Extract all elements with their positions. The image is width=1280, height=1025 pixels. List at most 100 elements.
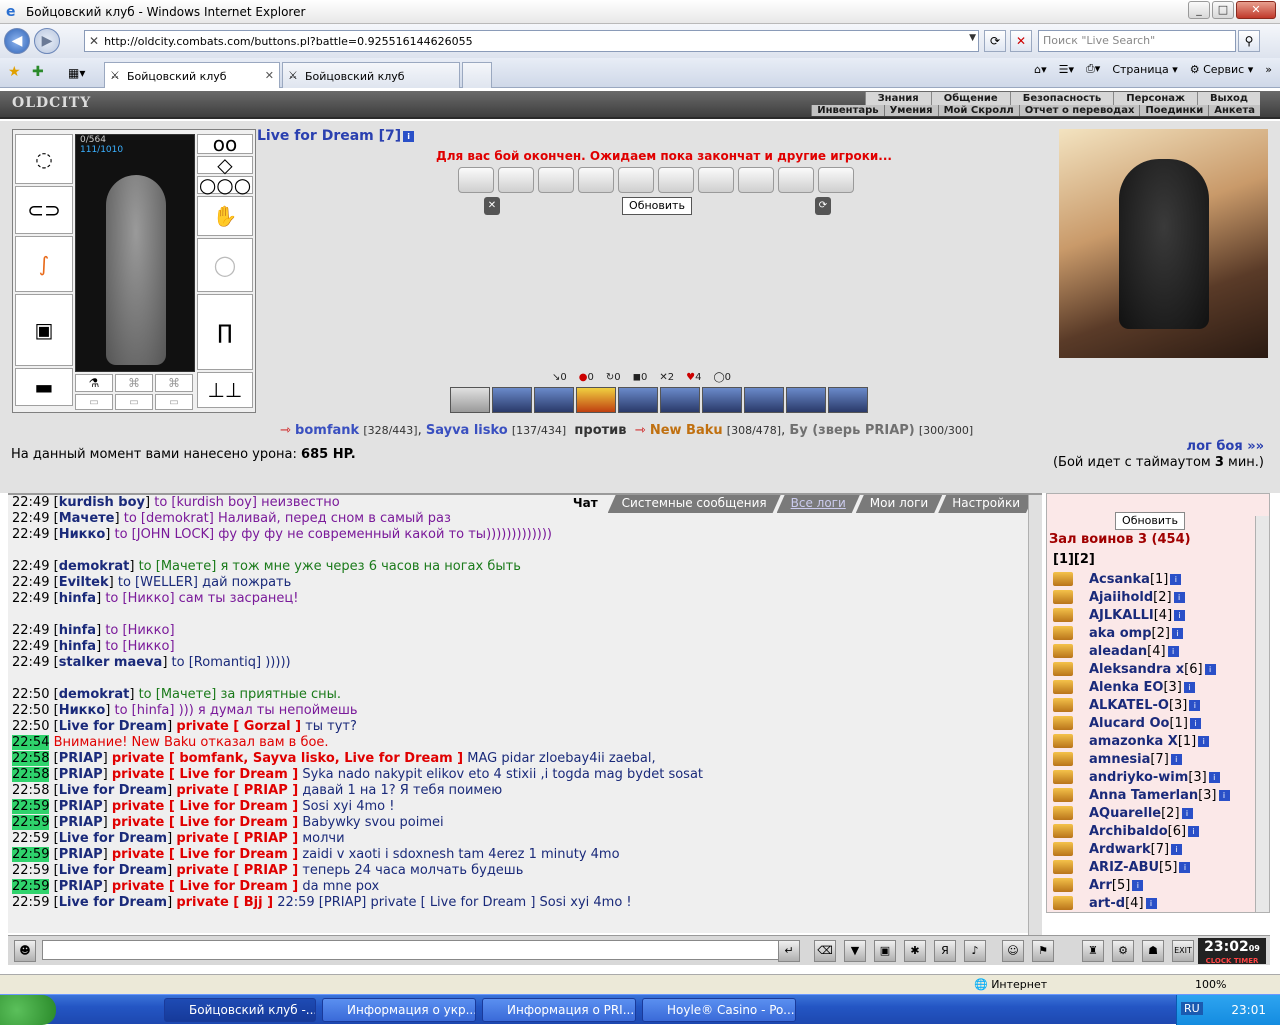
armor-slot[interactable]: ▣ [15,294,73,366]
tab-close-icon[interactable]: ✕ [265,69,274,82]
player-status-icon[interactable] [1053,698,1073,712]
skill-slot[interactable] [534,387,574,413]
taskbar-item[interactable]: Бойцовский клуб -... [164,998,316,1022]
submenu-profile[interactable]: Анкета [1208,105,1260,116]
submenu-scroll[interactable]: Мой Скролл [937,105,1019,116]
player-name[interactable]: amazonka X [1089,734,1178,749]
weapon-slot[interactable]: ∫ [15,236,73,292]
chat-time[interactable]: 22:49 [12,527,49,542]
team2-player[interactable]: New Baku [650,423,723,438]
battle-refresh-button[interactable]: Обновить [622,197,692,215]
room-player[interactable]: Ajaiihold [2] i [1053,588,1253,606]
room-player[interactable]: andriyko-wim [3] i [1053,768,1253,786]
room-player[interactable]: Ardwark [7] i [1053,840,1253,858]
tab-chat[interactable]: Чат [559,495,612,513]
private-tag[interactable]: private [ Bjj ] [176,895,273,910]
skill-slot[interactable] [450,387,490,413]
player-name[interactable]: Ajaiihold [1089,590,1153,605]
private-tag[interactable]: private [ Live for Dream ] [112,767,298,782]
maximize-button[interactable]: □ [1212,1,1234,19]
earrings-slot[interactable]: ᴏᴏ [197,132,253,156]
chat-nick[interactable]: hinfa [59,591,96,606]
chat-nick[interactable]: PRIAP [59,799,103,814]
chat-time[interactable]: 22:49 [12,655,49,670]
chat-nick[interactable]: Никко [59,527,106,542]
room-player[interactable]: Alucard Oo [1] i [1053,714,1253,732]
skill-slot[interactable] [576,387,616,413]
menu-exit[interactable]: Выход [1196,92,1260,105]
room-player[interactable]: Acsanka [1] i [1053,570,1253,588]
bracers-slot[interactable]: ⊂⊃ [15,186,73,234]
player-status-icon[interactable] [1053,752,1073,766]
scroll-slot[interactable] [738,167,774,193]
amulet-slot[interactable]: ◇ [197,153,253,177]
battle-log-link[interactable]: лог боя »» [1187,439,1264,454]
shield-left-icon[interactable]: ✕ [484,197,500,215]
info-icon[interactable]: i [1183,681,1195,693]
player-name[interactable]: ALKATEL-O [1089,698,1169,713]
skill-slot[interactable] [660,387,700,413]
info-icon[interactable]: i [1179,861,1191,873]
team1-player[interactable]: bomfank [295,423,359,438]
chat-nick[interactable]: PRIAP [59,751,103,766]
start-button[interactable] [0,995,56,1025]
quick-tabs-icon[interactable]: ▦▾ [68,66,85,80]
chat-nick[interactable]: Eviltek [59,575,109,590]
chat-nick[interactable]: Никко [59,703,106,718]
chat-time[interactable]: 22:49 [12,495,49,510]
bag-icon[interactable]: ♜ [1082,940,1104,962]
player-status-icon[interactable] [1053,644,1073,658]
player-status-icon[interactable] [1053,572,1073,586]
player-name[interactable]: AQuarelle [1089,806,1161,821]
pants-slot[interactable]: ∏ [197,294,253,370]
info-icon[interactable]: i [1188,825,1200,837]
player-name[interactable]: AJLKALLI [1089,608,1154,623]
player-name[interactable]: Live for Dream [7] i [257,128,415,144]
player-status-icon[interactable] [1053,860,1073,874]
player-name[interactable]: amnesia [1089,752,1150,767]
scroll-slot[interactable] [818,167,854,193]
clan-icon[interactable]: ⚑ [1032,940,1054,962]
player-status-icon[interactable] [1053,680,1073,694]
player-status-icon[interactable] [1053,608,1073,622]
empty-slot[interactable]: ⌘ [115,374,153,392]
shield-right-icon[interactable]: ⟳ [815,197,831,215]
chat-time[interactable]: 22:49 [12,511,49,526]
player-status-icon[interactable] [1053,806,1073,820]
send-icon[interactable]: ↵ [778,940,800,962]
player-status-icon[interactable] [1053,878,1073,892]
scroll-slot[interactable] [498,167,534,193]
chat-nick[interactable]: PRIAP [59,879,103,894]
search-input[interactable]: Поиск "Live Search" [1038,30,1236,52]
menu-communication[interactable]: Общение [930,92,1010,105]
taskbar-item[interactable]: Информация о PRI... [482,998,636,1022]
favorites-star-icon[interactable]: ★ [8,64,21,80]
info-icon[interactable]: i [1145,897,1157,909]
chat-nick[interactable]: hinfa [59,623,96,638]
room-player[interactable]: Aleksandra x [6] i [1053,660,1253,678]
chevron-icon[interactable]: » [1265,63,1272,76]
private-tag[interactable]: private [ Live for Dream ] [112,879,298,894]
info-icon[interactable]: i [1218,789,1230,801]
info-icon[interactable]: i [1171,843,1183,855]
info-icon[interactable]: i [1198,735,1210,747]
submenu-inventory[interactable]: Инвентарь [811,105,884,116]
player-status-icon[interactable] [1053,842,1073,856]
skill-slot[interactable] [702,387,742,413]
chat-time[interactable]: 22:58 [12,767,50,782]
info-icon[interactable]: i [1167,645,1179,657]
tools-menu[interactable]: ⚙ Сервис ▾ [1190,63,1254,76]
boots-slot[interactable]: ⊥⊥ [197,372,253,408]
chat-nick[interactable]: Live for Dream [59,783,167,798]
minimize-button[interactable]: _ [1188,1,1210,19]
scroll-slot[interactable] [778,167,814,193]
chat-nick[interactable]: demokrat [59,687,130,702]
player-name[interactable]: Anna Tamerlan [1089,788,1198,803]
player-status-icon[interactable] [1053,770,1073,784]
info-icon[interactable]: i [1208,771,1220,783]
info-icon[interactable]: i [403,130,415,142]
save-icon[interactable]: ▣ [874,940,896,962]
player-status-icon[interactable] [1053,590,1073,604]
player-name[interactable]: aleadan [1089,644,1147,659]
chat-time[interactable]: 22:59 [12,895,49,910]
